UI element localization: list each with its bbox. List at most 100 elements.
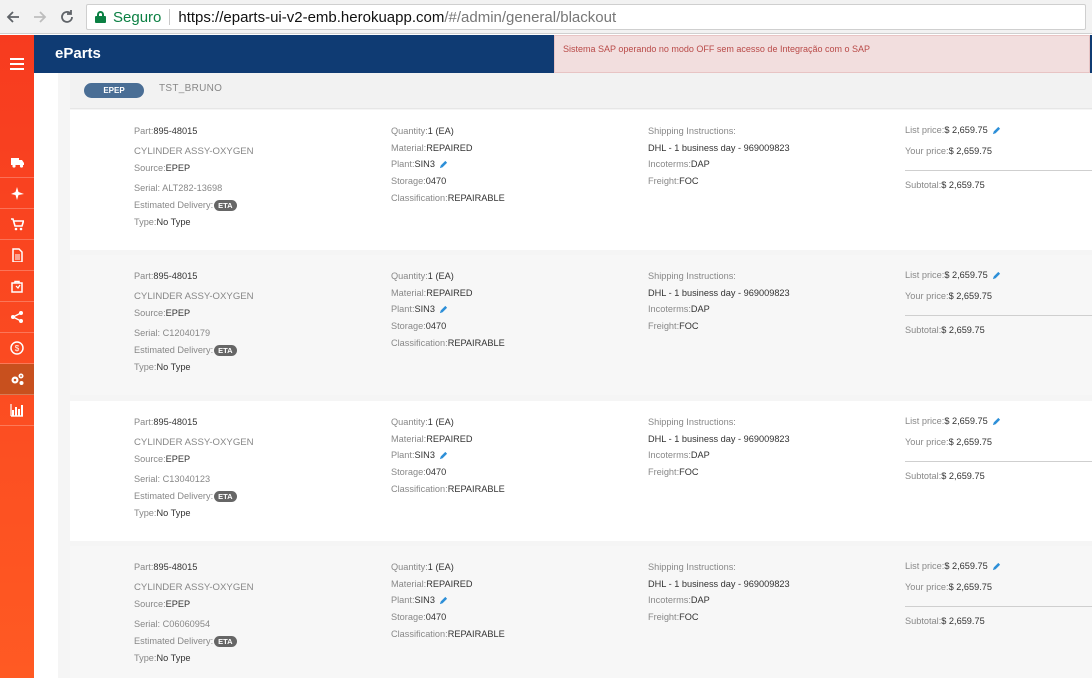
reload-button[interactable] (54, 4, 80, 30)
pencil-icon[interactable] (439, 160, 448, 169)
type-value: No Type (156, 653, 191, 663)
url-path: /#/admin/general/blackout (444, 8, 617, 26)
your-price-value: $ 2,659.75 (948, 437, 993, 447)
estimated-delivery-label: Estimated Delivery: (134, 345, 214, 355)
storage-label: Storage: (391, 321, 426, 331)
source-value: EPEP (165, 163, 191, 173)
subtotal-value: $ 2,659.75 (941, 616, 985, 626)
bag-icon (11, 280, 23, 293)
eta-badge[interactable]: ETA (214, 636, 237, 648)
quantity-label: Quantity: (391, 126, 428, 136)
reload-icon (61, 10, 73, 23)
shipping-value: DHL - 1 business day - 969009823 (648, 143, 790, 153)
sidebar-item-truck[interactable] (0, 147, 34, 178)
estimated-delivery-label: Estimated Delivery: (134, 200, 214, 210)
incoterms-value: DAP (690, 159, 710, 169)
classification-value: REPAIRABLE (447, 629, 505, 639)
pencil-icon[interactable] (439, 451, 448, 460)
price-divider (905, 170, 1092, 171)
back-button[interactable] (0, 4, 26, 30)
classification-value: REPAIRABLE (447, 193, 505, 203)
sidebar-item-airplane[interactable] (0, 178, 34, 209)
subtotal-value: $ 2,659.75 (941, 471, 985, 481)
sidebar-item-share[interactable] (0, 302, 34, 333)
cart-item-card: Part:895-48015 CYLINDER ASSY-OXYGEN Source… (70, 255, 1092, 395)
eta-badge[interactable]: ETA (214, 200, 237, 212)
quantity-value: 1 (EA) (427, 562, 454, 572)
storage-label: Storage: (391, 612, 426, 622)
sidebar-item-cart[interactable] (0, 209, 34, 240)
hamburger-menu-icon[interactable] (0, 49, 34, 79)
sidebar-item-bag[interactable] (0, 271, 34, 302)
freight-label: Freight: (648, 612, 680, 622)
sap-alert: Sistema SAP operando no modo OFF sem ace… (554, 35, 1090, 73)
brand-logo[interactable]: eParts (55, 45, 101, 62)
pencil-icon[interactable] (439, 305, 448, 314)
sidebar-item-dollar[interactable]: $ (0, 333, 34, 364)
serial-value: ALT282-13698 (162, 183, 223, 193)
customer-code-badge[interactable]: EPEP (84, 83, 144, 98)
estimated-delivery-label: Estimated Delivery: (134, 491, 214, 501)
plant-value: SIN3 (414, 450, 435, 460)
price-divider (905, 315, 1092, 316)
address-bar[interactable]: Seguro https://eparts-ui-v2-emb.herokuap… (86, 4, 1086, 30)
type-label: Type: (134, 217, 157, 227)
serial-label: Serial: (134, 328, 161, 338)
pencil-icon[interactable] (992, 271, 1001, 280)
material-value: REPAIRED (426, 143, 473, 153)
subtotal-value: $ 2,659.75 (941, 325, 985, 335)
incoterms-value: DAP (690, 595, 710, 605)
part-number: 895-48015 (153, 271, 198, 281)
list-price-label: List price: (905, 125, 945, 135)
part-label: Part: (134, 271, 154, 281)
classification-label: Classification: (391, 629, 448, 639)
part-description: CYLINDER ASSY-OXYGEN (134, 291, 254, 302)
price-divider (905, 461, 1092, 462)
cart-item-card: Part:895-48015 CYLINDER ASSY-OXYGEN Source… (70, 401, 1092, 541)
list-price-value: $ 2,659.75 (944, 561, 988, 571)
part-number: 895-48015 (153, 417, 198, 427)
part-number: 895-48015 (153, 562, 198, 572)
forward-button[interactable] (27, 4, 53, 30)
your-price-label: Your price: (905, 582, 949, 592)
serial-value: C13040123 (162, 474, 211, 484)
material-label: Material: (391, 579, 427, 589)
freight-value: FOC (679, 467, 699, 477)
url-host: https://eparts-ui-v2-emb.herokuapp.com (178, 8, 445, 26)
shipping-value: DHL - 1 business day - 969009823 (648, 288, 790, 298)
serial-value: C06060954 (162, 619, 211, 629)
part-description: CYLINDER ASSY-OXYGEN (134, 582, 254, 593)
pencil-icon[interactable] (439, 596, 448, 605)
storage-label: Storage: (391, 467, 426, 477)
pencil-icon[interactable] (992, 562, 1001, 571)
plant-label: Plant: (391, 450, 415, 460)
material-label: Material: (391, 143, 427, 153)
material-value: REPAIRED (426, 579, 473, 589)
estimated-delivery-label: Estimated Delivery: (134, 636, 214, 646)
source-label: Source: (134, 308, 166, 318)
pencil-icon[interactable] (992, 126, 1001, 135)
storage-value: 0470 (425, 612, 447, 622)
document-icon (12, 248, 23, 262)
shipping-instructions-label: Shipping Instructions: (648, 562, 736, 572)
list-price-value: $ 2,659.75 (944, 270, 988, 280)
freight-label: Freight: (648, 321, 680, 331)
pencil-icon[interactable] (992, 417, 1001, 426)
eta-badge[interactable]: ETA (214, 345, 237, 357)
sidebar-item-bar-chart[interactable] (0, 395, 34, 426)
sidebar-item-document[interactable] (0, 240, 34, 271)
sidebar-item-gears[interactable] (0, 364, 34, 395)
share-icon (11, 311, 23, 323)
classification-value: REPAIRABLE (447, 338, 505, 348)
price-divider (905, 606, 1092, 607)
shipping-instructions-label: Shipping Instructions: (648, 126, 736, 136)
eta-badge[interactable]: ETA (214, 491, 237, 503)
serial-label: Serial: (134, 619, 161, 629)
part-description: CYLINDER ASSY-OXYGEN (134, 146, 254, 157)
part-label: Part: (134, 562, 154, 572)
your-price-label: Your price: (905, 146, 949, 156)
sidebar: $ (0, 35, 34, 678)
freight-value: FOC (679, 612, 699, 622)
shipping-instructions-label: Shipping Instructions: (648, 417, 736, 427)
freight-value: FOC (679, 321, 699, 331)
